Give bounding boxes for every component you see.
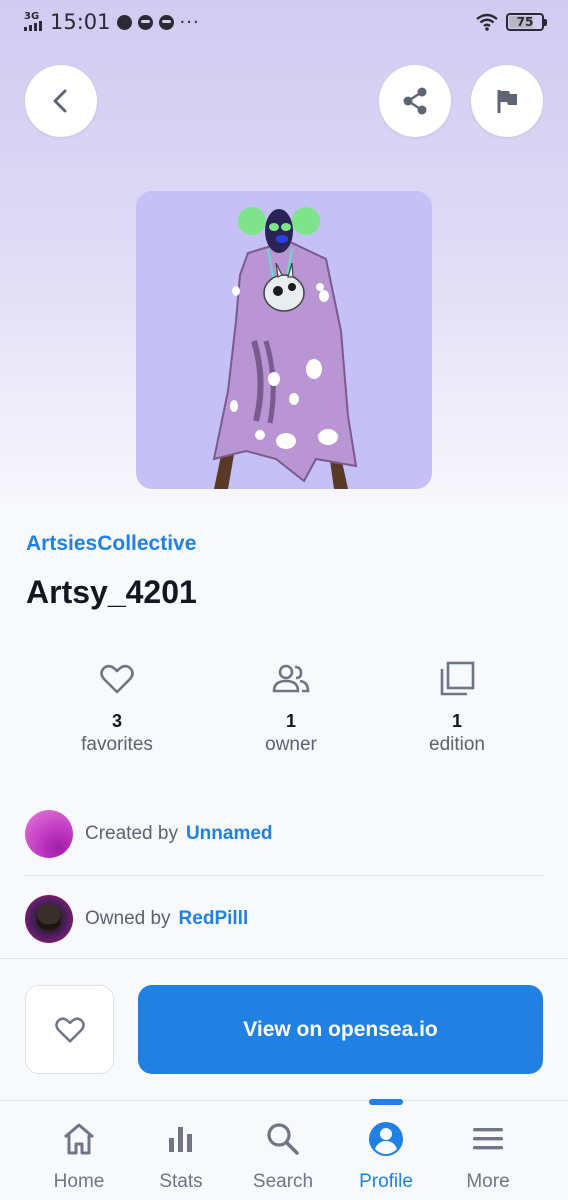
tab-more[interactable]: More xyxy=(438,1119,538,1193)
owner-text: Owned by RedPilll xyxy=(85,908,248,930)
view-on-opensea-button[interactable]: View on opensea.io xyxy=(138,985,543,1074)
tab-stats-label: Stats xyxy=(159,1171,203,1192)
clock: 15:01 xyxy=(50,10,111,34)
app-notification-icon xyxy=(158,14,174,30)
tab-home[interactable]: Home xyxy=(29,1119,129,1193)
signal-icon: 3G xyxy=(24,12,44,32)
menu-icon xyxy=(473,1128,503,1150)
status-bar: 3G 15:01 ··· 75 xyxy=(0,0,568,44)
favorites-label: favorites xyxy=(81,734,153,755)
favorite-button[interactable] xyxy=(25,985,114,1074)
creator-prefix: Created by xyxy=(85,823,178,844)
tab-more-label: More xyxy=(466,1171,510,1192)
people-icon xyxy=(272,664,310,693)
creator-avatar xyxy=(25,810,73,858)
tab-search[interactable]: Search xyxy=(233,1119,333,1193)
heart-icon xyxy=(54,1016,85,1043)
flag-icon xyxy=(497,90,517,113)
editions-icon xyxy=(440,661,475,696)
owner-name-link[interactable]: RedPilll xyxy=(179,908,249,929)
search-icon xyxy=(267,1123,299,1155)
favorites-stat: 3 favorites xyxy=(27,655,207,756)
nft-image[interactable] xyxy=(136,191,432,489)
nft-artwork xyxy=(212,207,358,489)
editions-label: edition xyxy=(429,734,485,755)
creator-text: Created by Unnamed xyxy=(85,823,273,845)
divider xyxy=(0,958,568,959)
owner-avatar xyxy=(25,895,73,943)
creator-row[interactable]: Created by Unnamed xyxy=(25,810,543,858)
chat-notification-icon xyxy=(116,14,132,30)
page-title: Artsy_4201 xyxy=(26,574,197,610)
profile-icon xyxy=(369,1122,403,1156)
owners-label: owner xyxy=(265,734,317,755)
bar-chart-icon xyxy=(169,1127,192,1152)
owner-prefix: Owned by xyxy=(85,908,171,929)
tab-stats[interactable]: Stats xyxy=(131,1119,231,1193)
divider xyxy=(25,875,543,876)
favorites-count: 3 xyxy=(111,711,122,731)
battery-level: 75 xyxy=(516,15,534,29)
tab-profile[interactable]: Profile xyxy=(336,1119,436,1193)
share-button[interactable] xyxy=(379,65,451,137)
wifi-icon xyxy=(476,13,498,31)
home-icon xyxy=(64,1123,94,1155)
share-icon xyxy=(403,87,427,115)
editions-count: 1 xyxy=(451,711,462,731)
network-type: 3G xyxy=(24,11,40,22)
owners-stat: 1 owner xyxy=(201,655,381,756)
tab-search-label: Search xyxy=(252,1171,314,1192)
tab-home-label: Home xyxy=(53,1171,105,1192)
more-notifications-icon: ··· xyxy=(179,11,200,33)
battery-icon: 75 xyxy=(506,13,547,31)
back-button[interactable] xyxy=(25,65,97,137)
report-button[interactable] xyxy=(471,65,543,137)
tab-profile-label: Profile xyxy=(359,1171,413,1192)
heart-icon xyxy=(100,664,134,694)
owner-row[interactable]: Owned by RedPilll xyxy=(25,895,543,943)
owners-count: 1 xyxy=(285,711,296,731)
collection-link[interactable]: ArtsiesCollective xyxy=(26,532,196,556)
bottom-tab-bar: Home Stats Search Profile More xyxy=(0,1099,568,1200)
chevron-left-icon xyxy=(53,89,67,113)
creator-name-link[interactable]: Unnamed xyxy=(186,823,273,844)
nft-stats: 3 favorites 1 owner 1 edition xyxy=(0,655,568,765)
active-tab-indicator xyxy=(369,1099,403,1105)
editions-stat: 1 edition xyxy=(367,655,547,756)
app-notification-icon xyxy=(137,14,153,30)
